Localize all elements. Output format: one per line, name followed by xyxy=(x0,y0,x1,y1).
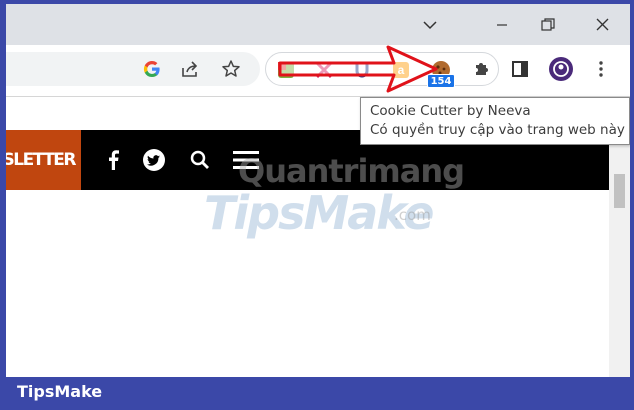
side-panel-icon[interactable] xyxy=(506,55,534,83)
search-icon[interactable] xyxy=(186,146,214,174)
browser-window: a 154 Cookie Cutter by Neeva Có quyền tr… xyxy=(6,4,630,377)
footer-brand: TipsMake xyxy=(17,382,103,401)
browser-toolbar: a 154 xyxy=(6,45,630,97)
extensions-puzzle-icon[interactable] xyxy=(468,55,496,83)
twitter-icon[interactable] xyxy=(140,146,168,174)
scrollbar-thumb[interactable] xyxy=(614,174,625,208)
restore-button[interactable] xyxy=(520,4,576,45)
facebook-icon[interactable] xyxy=(99,146,127,174)
u-extension-icon[interactable] xyxy=(351,59,373,81)
tab-search-chevron-icon[interactable] xyxy=(410,4,450,45)
x-extension-icon[interactable] xyxy=(313,59,335,81)
newsletter-button[interactable]: SLETTER xyxy=(6,130,81,190)
amazon-extension-icon[interactable]: a xyxy=(390,59,412,81)
share-icon[interactable] xyxy=(176,55,204,83)
watermark-main-text: TipsMake xyxy=(204,186,434,240)
title-bar xyxy=(6,4,630,45)
tooltip-extension-name: Cookie Cutter by Neeva xyxy=(370,103,531,119)
profile-avatar-icon[interactable] xyxy=(547,55,575,83)
extension-tooltip: Cookie Cutter by Neeva Có quyền truy cập… xyxy=(360,97,630,145)
watermark-suffix: .com xyxy=(394,206,431,224)
tooltip-permission-text: Có quyền truy cập vào trang web này xyxy=(370,122,625,138)
google-lens-icon[interactable] xyxy=(138,55,166,83)
hamburger-menu-icon[interactable] xyxy=(232,146,260,174)
close-button[interactable] xyxy=(574,4,630,45)
svg-text:a: a xyxy=(398,63,405,77)
green-extension-icon[interactable] xyxy=(275,59,297,81)
bookmark-star-icon[interactable] xyxy=(217,55,245,83)
extensions-group: a xyxy=(265,52,499,86)
extension-badge-count: 154 xyxy=(427,74,455,88)
menu-kebab-icon[interactable] xyxy=(587,55,615,83)
